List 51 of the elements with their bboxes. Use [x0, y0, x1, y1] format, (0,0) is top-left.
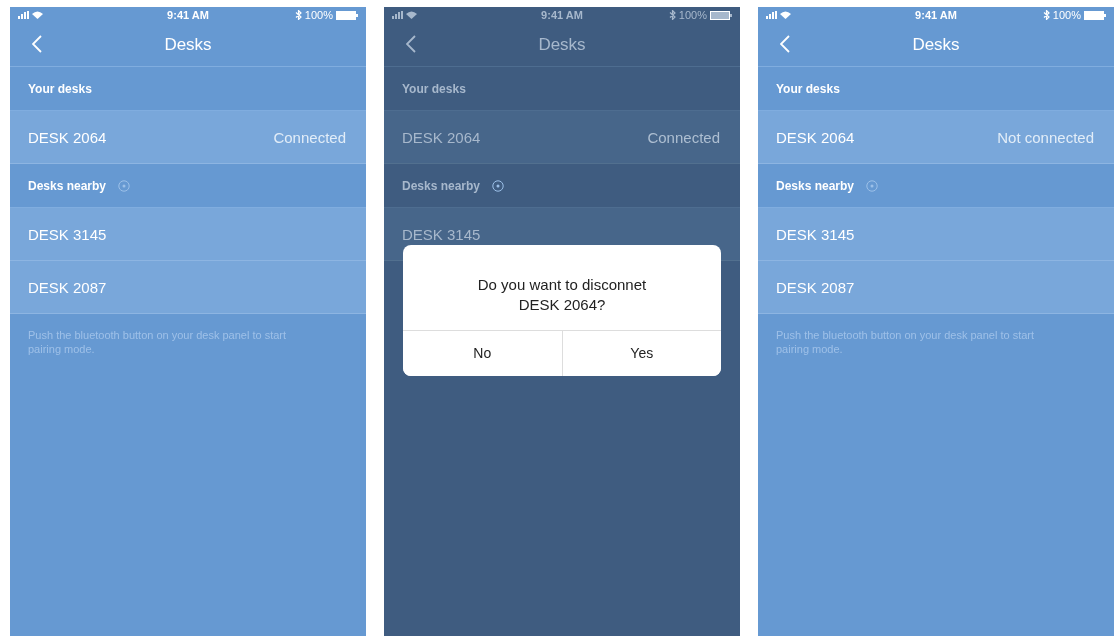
bluetooth-icon [668, 10, 676, 20]
loading-icon [492, 179, 505, 192]
desk-row[interactable]: DESK 3145 [758, 208, 1114, 261]
desk-name: DESK 2064 [402, 128, 481, 146]
desk-row[interactable]: DESK 2087 [758, 261, 1114, 314]
desk-row[interactable]: DESK 2064 Connected [384, 111, 740, 164]
section-heading: Desks nearby [776, 178, 855, 193]
status-time: 9:41 AM [915, 9, 957, 21]
bluetooth-icon [1042, 10, 1050, 20]
wifi-icon [32, 11, 43, 19]
desk-name: DESK 2087 [28, 278, 107, 296]
section-heading: Desks nearby [402, 178, 481, 193]
wifi-icon [780, 11, 791, 19]
desk-name: DESK 2087 [776, 278, 855, 296]
connection-status: Connected [647, 128, 720, 146]
dialog-button[interactable]: Yes [561, 330, 721, 376]
desk-row[interactable]: DESK 3145 [10, 208, 366, 261]
battery-icon [336, 10, 358, 20]
desk-name: DESK 2064 [28, 128, 107, 146]
connection-status: Not connected [997, 128, 1094, 146]
wifi-icon [406, 11, 417, 19]
desk-row[interactable]: DESK 2064 Connected [10, 111, 366, 164]
back-icon[interactable] [406, 35, 416, 53]
status-time: 9:41 AM [167, 9, 209, 21]
desk-name: DESK 3145 [776, 225, 855, 243]
battery-icon [1084, 10, 1106, 20]
desk-name: DESK 2064 [776, 128, 855, 146]
signal-icon [392, 11, 403, 19]
screen-title: Desks [538, 34, 586, 55]
loading-icon [866, 179, 879, 192]
battery-icon [710, 10, 732, 20]
desk-row[interactable]: DESK 2087 [10, 261, 366, 314]
loading-icon [118, 179, 131, 192]
bluetooth-icon [294, 10, 302, 20]
battery-percent: 100% [304, 9, 333, 21]
section-heading: Your desks [402, 81, 466, 96]
section-heading: Desks nearby [28, 178, 107, 193]
battery-percent: 100% [1052, 9, 1081, 21]
desk-name: DESK 3145 [402, 225, 481, 243]
connection-status: Connected [273, 128, 346, 146]
status-time: 9:41 AM [541, 9, 583, 21]
dialog-message: Do you want to disconnet DESK 2064? [476, 275, 648, 316]
signal-icon [766, 11, 777, 19]
screen-title: Desks [912, 34, 960, 55]
desk-name: DESK 3145 [28, 225, 107, 243]
screen-title: Desks [164, 34, 212, 55]
desk-row[interactable]: DESK 2064 Not connected [758, 111, 1114, 164]
section-heading: Your desks [776, 81, 840, 96]
section-heading: Your desks [28, 81, 92, 96]
signal-icon [18, 11, 29, 19]
battery-percent: 100% [678, 9, 707, 21]
